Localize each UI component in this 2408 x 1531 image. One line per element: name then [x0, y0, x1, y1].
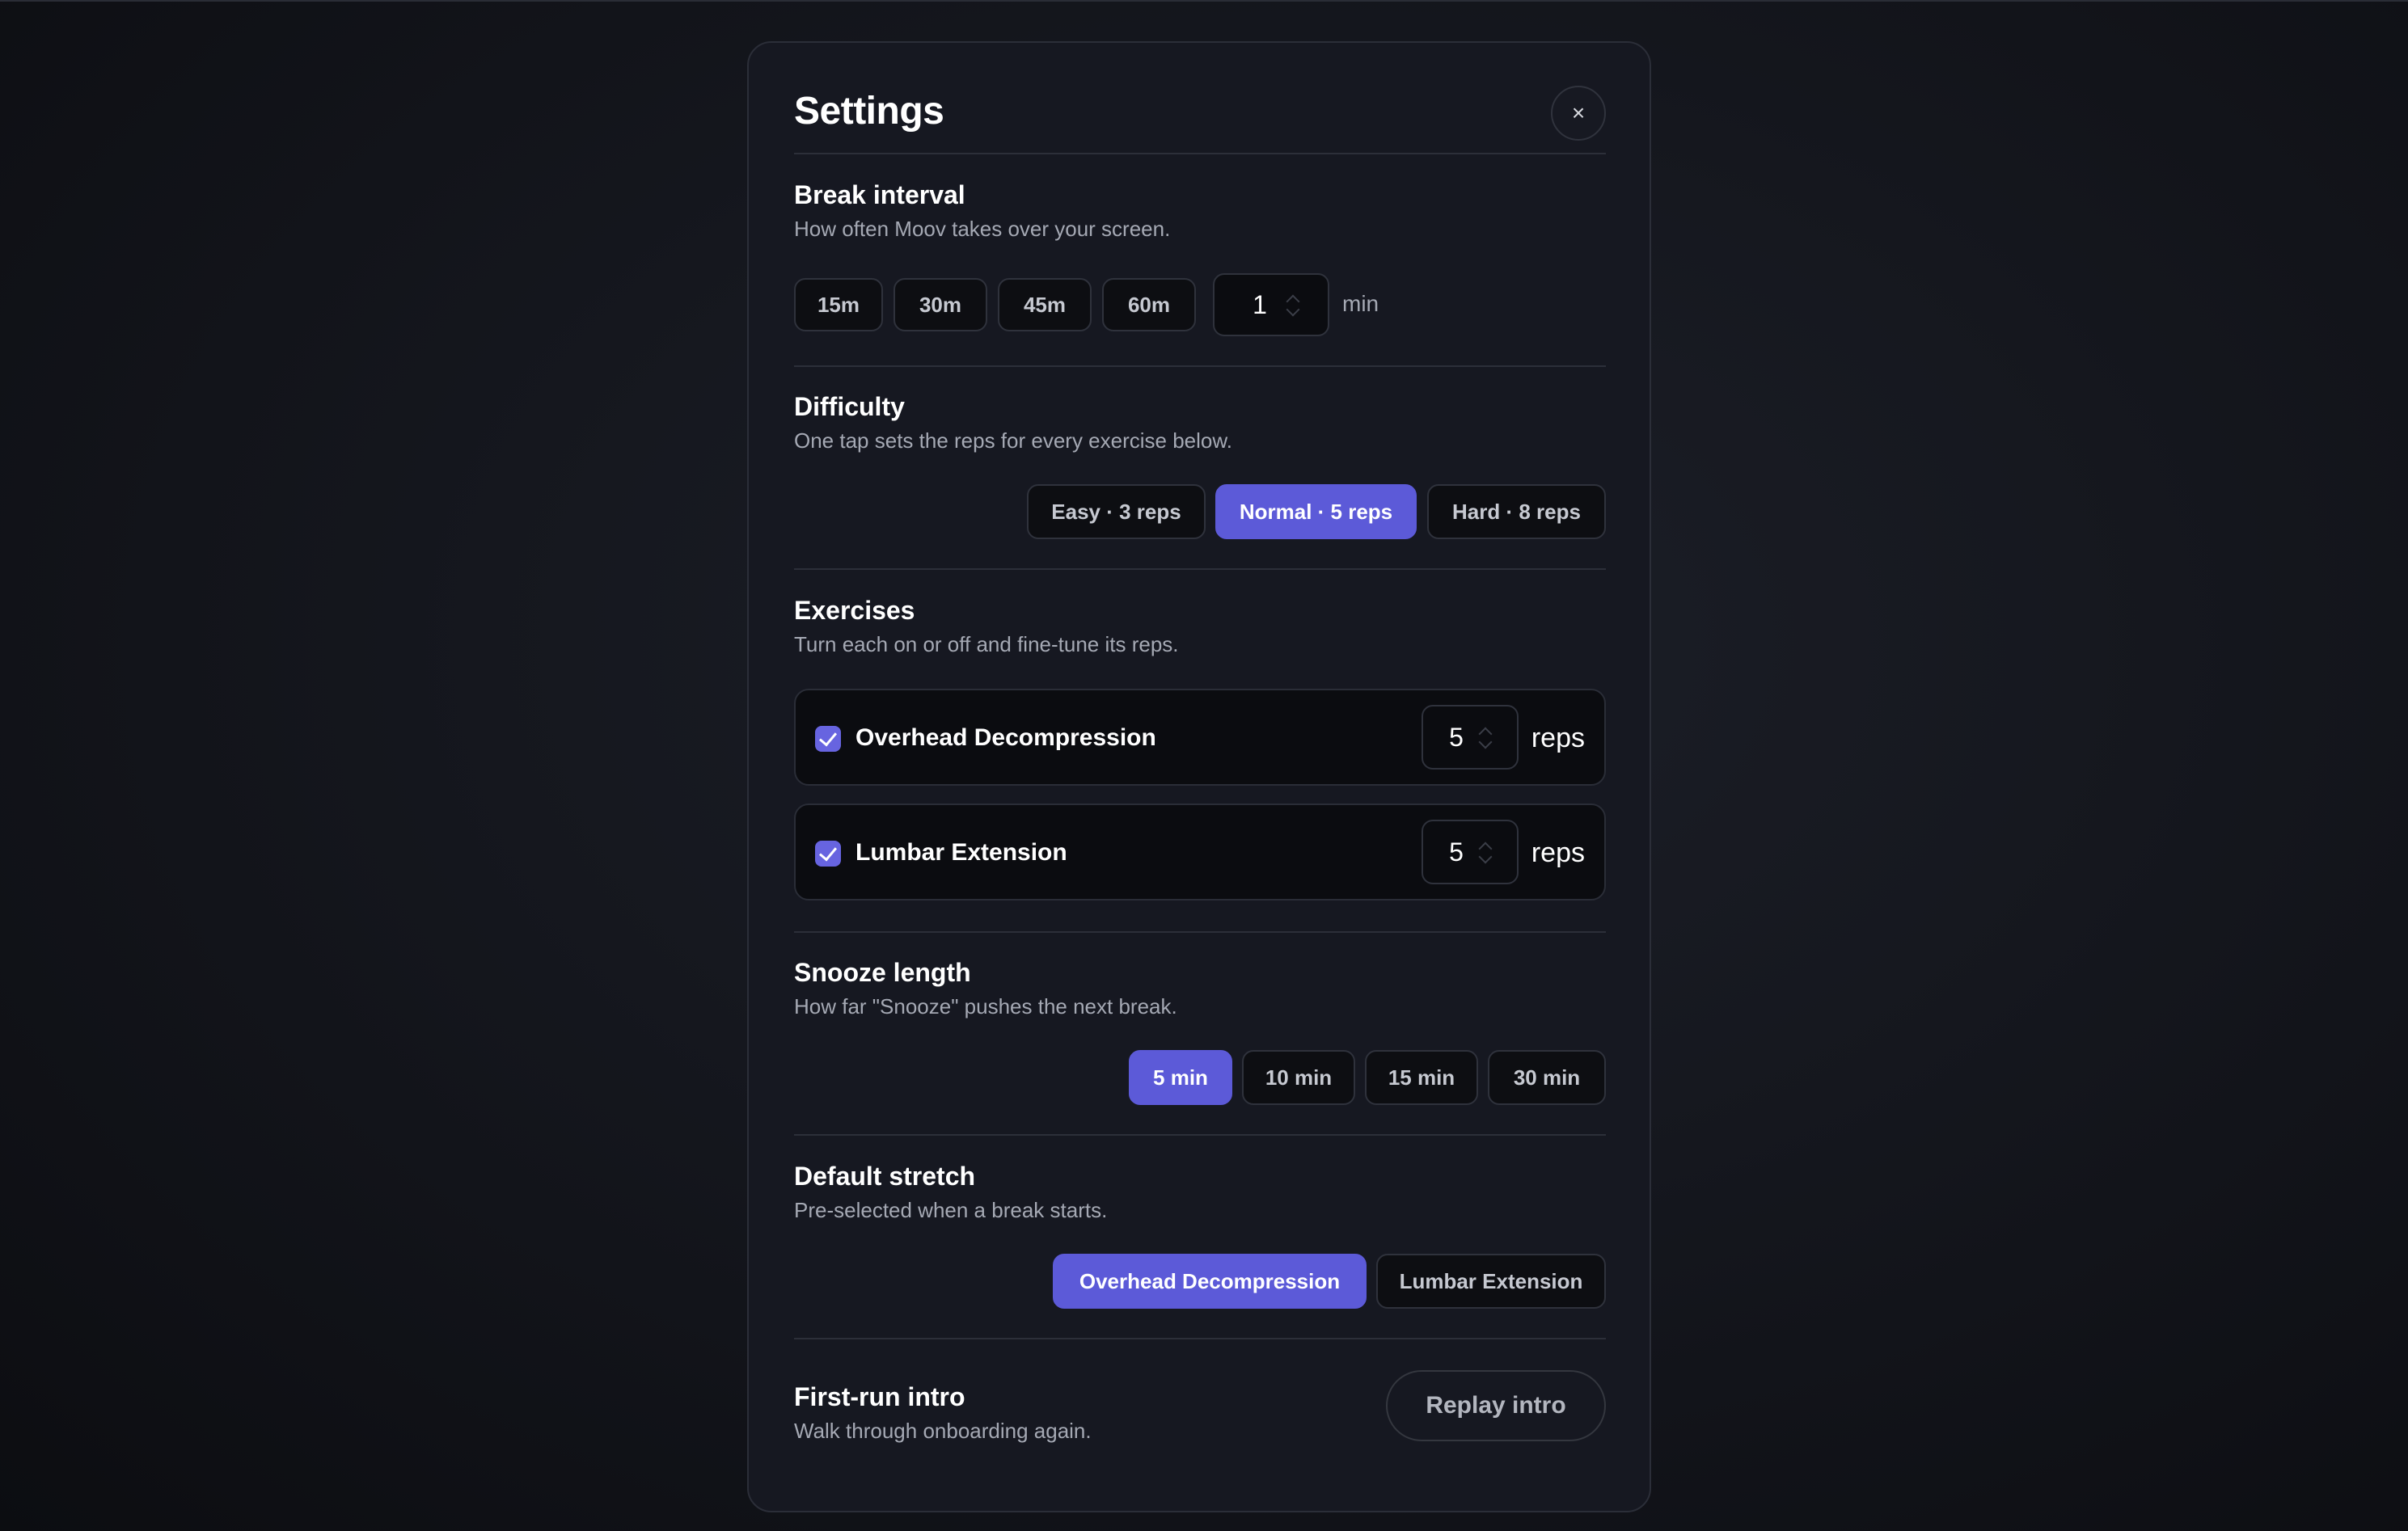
snooze-option-30[interactable]: 30 min — [1488, 1050, 1606, 1105]
first-run-section: First-run intro Walk through onboarding … — [794, 1339, 1606, 1469]
default-stretch-section: Default stretch Pre-selected when a brea… — [794, 1162, 1606, 1348]
interval-custom-value: 1 — [1253, 290, 1267, 319]
interval-preset-15m[interactable]: 15m — [794, 278, 883, 331]
replay-intro-button[interactable]: Replay intro — [1386, 1370, 1606, 1441]
snooze-section: Snooze length How far "Snooze" pushes th… — [794, 958, 1606, 1144]
exercise-row-overhead-decompression: Overhead Decompression 5 reps — [794, 689, 1606, 786]
default-stretch-description: Pre-selected when a break starts. — [794, 1198, 1108, 1222]
break-interval-description: How often Moov takes over your screen. — [794, 217, 1171, 241]
default-stretch-overhead-decompression[interactable]: Overhead Decompression — [1053, 1254, 1367, 1309]
exercise-reps-unit: reps — [1531, 723, 1585, 753]
break-interval-title: Break interval — [794, 180, 965, 209]
close-button[interactable]: × — [1551, 86, 1606, 141]
exercise-name: Lumbar Extension — [855, 839, 1067, 866]
first-run-description: Walk through onboarding again. — [794, 1419, 1092, 1443]
close-icon: × — [1571, 100, 1586, 125]
interval-preset-45m[interactable]: 45m — [998, 278, 1092, 331]
section-divider — [794, 365, 1606, 367]
difficulty-title: Difficulty — [794, 392, 905, 421]
interval-unit: min — [1342, 291, 1379, 316]
default-stretch-title: Default stretch — [794, 1162, 976, 1191]
exercise-reps-value: 5 — [1449, 723, 1464, 752]
snooze-option-15[interactable]: 15 min — [1365, 1050, 1478, 1105]
interval-preset-60m[interactable]: 60m — [1102, 278, 1196, 331]
exercise-checkbox-lumbar-extension[interactable] — [815, 841, 841, 867]
window-top-edge — [0, 0, 2408, 2]
snooze-title: Snooze length — [794, 958, 971, 987]
difficulty-normal[interactable]: Normal · 5 reps — [1215, 484, 1417, 539]
settings-panel: Settings × Break interval How often Moov… — [747, 41, 1651, 1512]
interval-custom-input[interactable]: 1 — [1213, 273, 1329, 336]
stepper-arrows-icon[interactable] — [1480, 841, 1491, 864]
section-divider — [794, 931, 1606, 933]
snooze-option-10[interactable]: 10 min — [1242, 1050, 1355, 1105]
exercises-section: Exercises Turn each on or off and fine-t… — [794, 596, 1606, 943]
default-stretch-lumbar-extension[interactable]: Lumbar Extension — [1376, 1254, 1606, 1309]
stepper-arrows-icon[interactable] — [1480, 727, 1491, 749]
page-title: Settings — [794, 90, 944, 133]
difficulty-easy[interactable]: Easy · 3 reps — [1027, 484, 1206, 539]
difficulty-section: Difficulty One tap sets the reps for eve… — [794, 392, 1606, 578]
exercise-row-lumbar-extension: Lumbar Extension 5 reps — [794, 803, 1606, 900]
snooze-option-5[interactable]: 5 min — [1129, 1050, 1232, 1105]
exercise-reps-unit: reps — [1531, 837, 1585, 868]
section-divider — [794, 1134, 1606, 1136]
exercises-title: Exercises — [794, 596, 915, 625]
exercise-reps-input[interactable]: 5 — [1422, 705, 1519, 770]
difficulty-description: One tap sets the reps for every exercise… — [794, 428, 1232, 453]
exercise-name: Overhead Decompression — [855, 724, 1156, 751]
exercises-description: Turn each on or off and fine-tune its re… — [794, 632, 1179, 656]
break-interval-section: Break interval How often Moov takes over… — [794, 180, 1606, 382]
exercise-checkbox-overhead-decompression[interactable] — [815, 726, 841, 752]
snooze-description: How far "Snooze" pushes the next break. — [794, 994, 1177, 1019]
interval-preset-30m[interactable]: 30m — [893, 278, 987, 331]
section-divider — [794, 568, 1606, 570]
difficulty-hard[interactable]: Hard · 8 reps — [1427, 484, 1606, 539]
stepper-arrows-icon[interactable] — [1287, 294, 1299, 317]
first-run-title: First-run intro — [794, 1382, 965, 1411]
exercise-reps-value: 5 — [1449, 837, 1464, 867]
exercise-reps-input[interactable]: 5 — [1422, 820, 1519, 884]
settings-header: Settings × — [794, 43, 1606, 154]
